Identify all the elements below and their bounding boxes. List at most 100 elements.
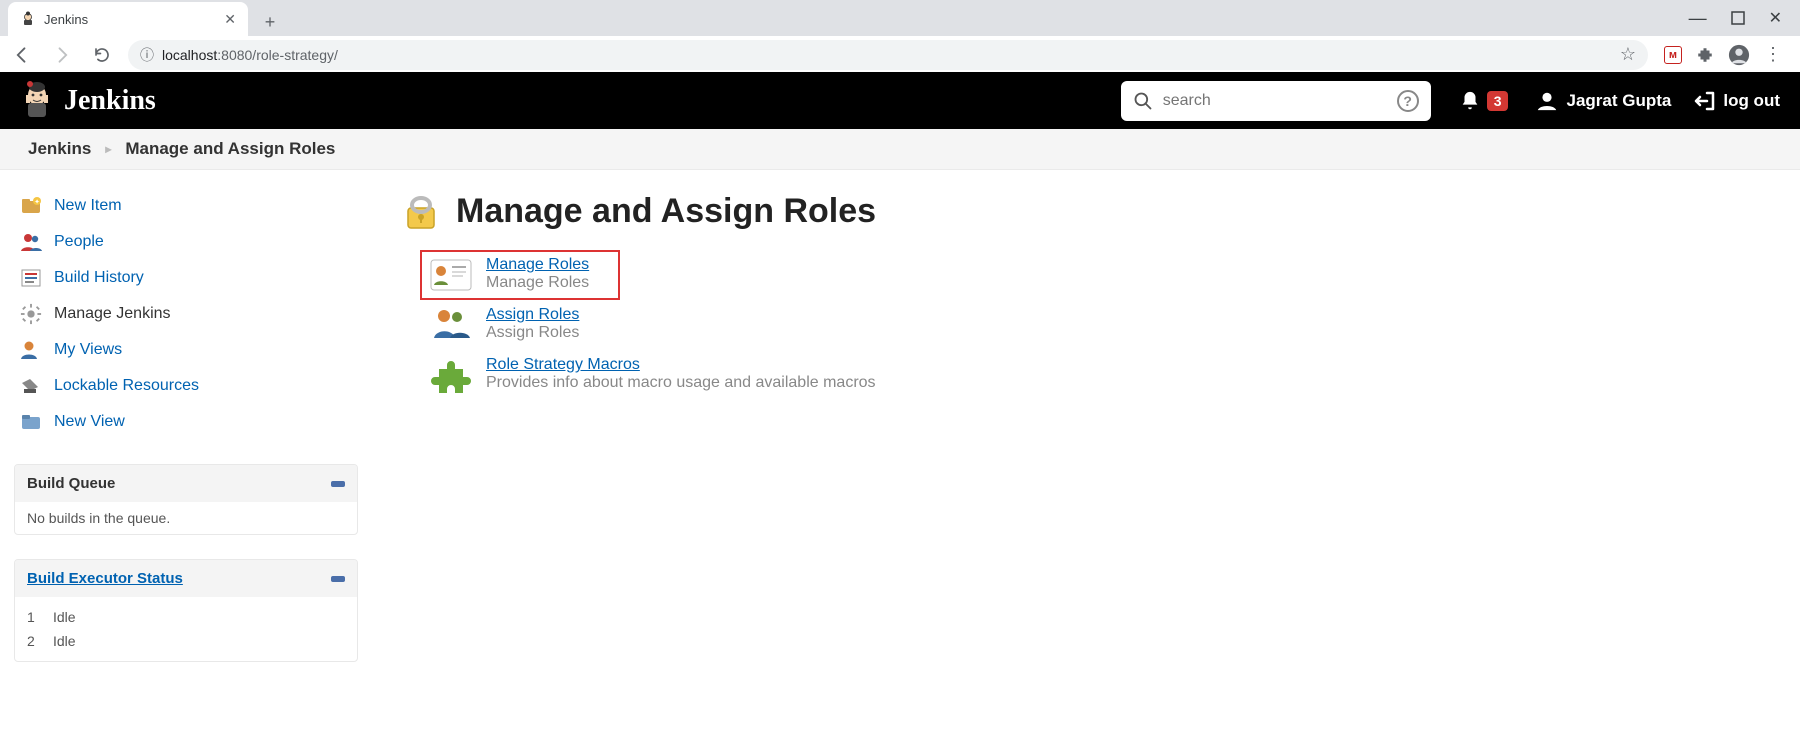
breadcrumb-root[interactable]: Jenkins	[28, 139, 91, 159]
jenkins-favicon-icon	[20, 11, 36, 27]
search-box[interactable]: ?	[1121, 81, 1431, 121]
lockable-resources-icon	[20, 375, 42, 397]
jenkins-logo-icon	[20, 81, 54, 121]
sidebar-item-build-history[interactable]: Build History	[14, 260, 358, 296]
notification-badge: 3	[1487, 91, 1509, 111]
lock-icon	[400, 190, 442, 232]
sidebar-item-label: Build History	[54, 269, 144, 287]
role-strategy-macros-row: Role Strategy Macros Provides info about…	[420, 350, 1770, 400]
gear-icon	[20, 303, 42, 325]
browser-chrome: Jenkins ✕ + — ✕ ⓘ localhost:8080/role-st…	[0, 0, 1800, 72]
sidebar-item-people[interactable]: People	[14, 224, 358, 260]
assign-roles-row: Assign Roles Assign Roles	[420, 300, 1770, 350]
sidebar-item-label: My Views	[54, 341, 122, 359]
executor-body: 1 Idle 2 Idle	[15, 597, 357, 661]
build-queue-body: No builds in the queue.	[15, 502, 357, 534]
browser-tab[interactable]: Jenkins ✕	[8, 2, 248, 36]
chevron-right-icon: ▸	[105, 142, 111, 156]
tab-strip: Jenkins ✕ +	[0, 0, 1800, 36]
sidebar-item-new-view[interactable]: New View	[14, 404, 358, 440]
search-help-icon[interactable]: ?	[1397, 90, 1419, 112]
search-input[interactable]	[1163, 92, 1387, 110]
search-icon	[1133, 91, 1153, 111]
build-history-icon	[20, 267, 42, 289]
svg-text:✦: ✦	[34, 198, 40, 206]
profile-icon[interactable]	[1728, 44, 1750, 66]
bookmark-icon[interactable]: ☆	[1620, 44, 1636, 65]
user-icon	[1536, 90, 1558, 112]
role-strategy-macros-desc: Provides info about macro usage and avai…	[486, 374, 876, 391]
close-window-icon[interactable]: ✕	[1769, 8, 1782, 28]
id-card-icon	[430, 256, 472, 294]
jenkins-title: Jenkins	[64, 85, 156, 117]
executor-row: 1 Idle	[27, 605, 345, 629]
executor-header: Build Executor Status	[15, 560, 357, 597]
reload-button[interactable]	[88, 41, 116, 69]
new-view-icon	[20, 411, 42, 433]
build-queue-title: Build Queue	[27, 475, 115, 492]
executor-row: 2 Idle	[27, 629, 345, 653]
manage-roles-row: Manage Roles Manage Roles	[420, 250, 620, 300]
bell-icon	[1459, 90, 1481, 112]
logout-label: log out	[1723, 91, 1780, 111]
build-queue-pane: Build Queue No builds in the queue.	[14, 464, 358, 535]
sidebar-item-manage-jenkins[interactable]: Manage Jenkins	[14, 296, 358, 332]
back-button[interactable]	[8, 41, 36, 69]
tab-close-icon[interactable]: ✕	[224, 11, 236, 28]
address-bar-row: ⓘ localhost:8080/role-strategy/ ☆ ᴍ ⋮	[0, 36, 1800, 72]
sidebar-item-new-item[interactable]: ✦ New Item	[14, 188, 358, 224]
sidebar: ✦ New Item People Build History Manage J…	[0, 170, 370, 662]
breadcrumb-current[interactable]: Manage and Assign Roles	[125, 139, 335, 159]
user-name: Jagrat Gupta	[1566, 91, 1671, 111]
my-views-icon	[20, 339, 42, 361]
extensions-icon[interactable]	[1696, 46, 1714, 64]
build-queue-header: Build Queue	[15, 465, 357, 502]
build-queue-empty-text: No builds in the queue.	[27, 510, 170, 526]
url-host: localhost	[162, 47, 217, 63]
breadcrumb: Jenkins ▸ Manage and Assign Roles	[0, 129, 1800, 170]
sidebar-item-my-views[interactable]: My Views	[14, 332, 358, 368]
sidebar-item-label: People	[54, 233, 104, 251]
assign-roles-link[interactable]: Assign Roles	[486, 306, 579, 323]
maximize-icon[interactable]	[1731, 11, 1745, 25]
window-controls: — ✕	[1671, 0, 1800, 36]
sidebar-item-label: New Item	[54, 197, 122, 215]
collapse-icon[interactable]	[331, 576, 345, 582]
sidebar-item-label: Manage Jenkins	[54, 305, 171, 323]
user-menu[interactable]: Jagrat Gupta	[1536, 90, 1671, 112]
sidebar-item-label: New View	[54, 413, 125, 431]
logout-link[interactable]: log out	[1693, 89, 1780, 113]
page-title-row: Manage and Assign Roles	[400, 190, 1770, 232]
people-icon	[20, 231, 42, 253]
url-text: localhost:8080/role-strategy/	[162, 47, 338, 63]
role-strategy-macros-link[interactable]: Role Strategy Macros	[486, 356, 640, 373]
sidebar-item-lockable-resources[interactable]: Lockable Resources	[14, 368, 358, 404]
jenkins-logo-link[interactable]: Jenkins	[20, 81, 156, 121]
address-bar[interactable]: ⓘ localhost:8080/role-strategy/ ☆	[128, 40, 1648, 70]
tab-title: Jenkins	[44, 12, 216, 27]
executor-title-link[interactable]: Build Executor Status	[27, 570, 183, 587]
puzzle-icon	[430, 356, 472, 394]
executor-num: 1	[27, 609, 43, 625]
forward-button[interactable]	[48, 41, 76, 69]
collapse-icon[interactable]	[331, 481, 345, 487]
manage-roles-link[interactable]: Manage Roles	[486, 256, 589, 273]
executor-status: Idle	[53, 609, 76, 625]
executor-status: Idle	[53, 633, 76, 649]
new-tab-button[interactable]: +	[256, 8, 284, 36]
assign-roles-desc: Assign Roles	[486, 324, 579, 341]
main-content: Manage and Assign Roles Manage Roles Man…	[370, 170, 1800, 662]
chrome-menu-icon[interactable]: ⋮	[1764, 44, 1782, 65]
sidebar-item-label: Lockable Resources	[54, 377, 199, 395]
minimize-icon[interactable]: —	[1689, 8, 1707, 29]
people-group-icon	[430, 306, 472, 344]
site-info-icon[interactable]: ⓘ	[140, 45, 154, 65]
chrome-toolbar-icons: ᴍ ⋮	[1660, 44, 1792, 66]
jenkins-header: Jenkins ? 3 Jagrat Gupta log out	[0, 72, 1800, 129]
mcafee-extension-icon[interactable]: ᴍ	[1664, 46, 1682, 64]
logout-icon	[1693, 89, 1717, 113]
notifications[interactable]: 3	[1459, 90, 1509, 112]
page-title: Manage and Assign Roles	[456, 192, 876, 231]
executor-num: 2	[27, 633, 43, 649]
manage-roles-desc: Manage Roles	[486, 274, 589, 291]
